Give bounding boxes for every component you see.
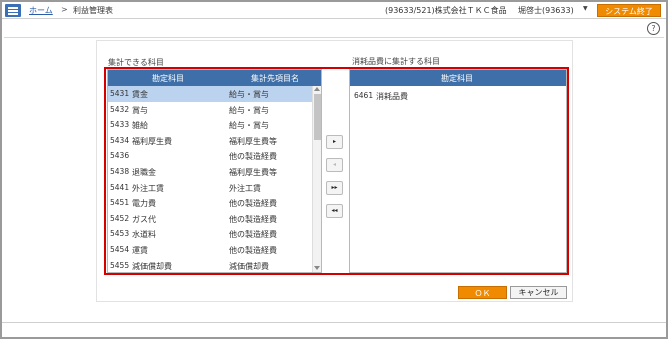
list-header: 勘定科目 集計先項目名 bbox=[108, 70, 321, 86]
remove-button[interactable]: ◂ bbox=[326, 158, 343, 172]
list-item[interactable]: 5454 運賃 他の製造経費 bbox=[108, 242, 321, 258]
list-item[interactable]: 5453 水道料 他の製造経費 bbox=[108, 226, 321, 242]
account-code: 5434 bbox=[110, 135, 130, 145]
user-menu[interactable]: 堀啓士(93633) bbox=[518, 5, 574, 16]
account-code: 6461 bbox=[354, 91, 374, 100]
system-exit-button[interactable]: システム終了 bbox=[597, 4, 661, 17]
account-code: 5438 bbox=[110, 166, 130, 176]
account-code: 5433 bbox=[110, 120, 130, 130]
divider bbox=[4, 37, 664, 38]
list-item[interactable]: 5434 福利厚生費 福利厚生費等 bbox=[108, 133, 321, 149]
account-code: 5431 bbox=[110, 89, 130, 98]
top-bar: ホーム > 利益管理表 (93633/521)株式会社ＴＫＣ食品 堀啓士(936… bbox=[2, 2, 666, 19]
account-dest: 給与・賞与 bbox=[229, 90, 269, 99]
add-all-button[interactable]: ▸▸ bbox=[326, 181, 343, 195]
selected-accounts-list[interactable]: 勘定科目 6461 消耗品費 bbox=[349, 69, 567, 273]
list-item[interactable]: 5436 他の製造経費 bbox=[108, 148, 321, 164]
list-item[interactable]: 5452 ガス代 他の製造経費 bbox=[108, 211, 321, 227]
account-code: 5453 bbox=[110, 229, 130, 239]
list-item[interactable]: 5441 外注工賃 外注工賃 bbox=[108, 180, 321, 196]
account-code: 5432 bbox=[110, 104, 130, 114]
account-dest: 他の製造経費 bbox=[229, 199, 277, 209]
breadcrumb-home-link[interactable]: ホーム bbox=[29, 5, 53, 16]
account-name: 電力費 bbox=[132, 199, 156, 209]
list-item[interactable]: 5455 減価償却費 減価償却費 bbox=[108, 258, 321, 272]
account-name: 運賃 bbox=[132, 245, 148, 255]
account-code: 5452 bbox=[110, 213, 130, 223]
account-name: 雑給 bbox=[132, 121, 148, 131]
list-item[interactable]: 5433 雑給 給与・賞与 bbox=[108, 117, 321, 133]
account-dest: 他の製造経費 bbox=[229, 214, 277, 224]
account-code: 5451 bbox=[110, 198, 130, 208]
account-code: 5441 bbox=[110, 182, 130, 192]
breadcrumb-current: 利益管理表 bbox=[73, 6, 113, 15]
divider bbox=[2, 322, 666, 323]
account-name: 退職金 bbox=[132, 167, 156, 177]
account-name: 賞与 bbox=[132, 105, 148, 115]
account-dest: 他の製造経費 bbox=[229, 245, 277, 255]
account-dest: 減価償却費 bbox=[229, 261, 269, 271]
account-dest: 他の製造経費 bbox=[229, 152, 277, 162]
ok-button[interactable]: ＯＫ bbox=[458, 286, 507, 299]
account-code: 5454 bbox=[110, 244, 130, 254]
available-accounts-list[interactable]: 勘定科目 集計先項目名 5431 賃金 給与・賞与 5432 賞与 給与・賞与 5433 雑給… bbox=[107, 69, 322, 273]
account-dest: 福利厚生費等 bbox=[229, 167, 277, 177]
account-name: 外注工賃 bbox=[132, 183, 164, 193]
remove-all-button[interactable]: ◂◂ bbox=[326, 204, 343, 218]
account-dest: 給与・賞与 bbox=[229, 105, 269, 115]
account-name: ガス代 bbox=[132, 214, 156, 224]
hamburger-menu-icon[interactable] bbox=[5, 4, 21, 17]
account-name: 賃金 bbox=[132, 90, 148, 99]
account-dest: 外注工賃 bbox=[229, 183, 261, 193]
account-name: 減価償却費 bbox=[132, 261, 172, 271]
account-name: 消耗品費 bbox=[376, 92, 408, 101]
list-scrollbar[interactable] bbox=[312, 86, 321, 272]
cancel-button[interactable]: キャンセル bbox=[510, 286, 567, 299]
list-header: 勘定科目 bbox=[350, 70, 566, 86]
selected-accounts-label: 消耗品費に集計する科目 bbox=[352, 57, 440, 66]
list-item[interactable]: 5432 賞与 給与・賞与 bbox=[108, 102, 321, 118]
account-code: 5436 bbox=[110, 151, 130, 161]
add-button[interactable]: ▸ bbox=[326, 135, 343, 149]
account-name: 福利厚生費 bbox=[132, 136, 172, 146]
list-item[interactable]: 5438 退職金 福利厚生費等 bbox=[108, 164, 321, 180]
account-dest: 他の製造経費 bbox=[229, 230, 277, 240]
breadcrumb-separator: > bbox=[61, 5, 68, 14]
account-dest: 給与・賞与 bbox=[229, 121, 269, 131]
account-dest: 福利厚生費等 bbox=[229, 136, 277, 146]
help-icon[interactable]: ? bbox=[647, 22, 660, 35]
col-header-account: 勘定科目 bbox=[152, 74, 184, 83]
scroll-thumb[interactable] bbox=[314, 94, 321, 140]
company-name: (93633/521)株式会社ＴＫＣ食品 bbox=[385, 6, 507, 15]
col-header-dest: 集計先項目名 bbox=[251, 74, 299, 83]
account-code: 5455 bbox=[110, 260, 130, 270]
col-header-account: 勘定科目 bbox=[441, 74, 473, 83]
chevron-down-icon[interactable]: ▼ bbox=[583, 5, 588, 12]
scroll-up-icon[interactable] bbox=[314, 87, 320, 91]
list-item[interactable]: 6461 消耗品費 bbox=[350, 88, 566, 104]
scroll-down-icon[interactable] bbox=[314, 266, 320, 270]
list-item[interactable]: 5451 電力費 他の製造経費 bbox=[108, 195, 321, 211]
account-name: 水道料 bbox=[132, 230, 156, 240]
list-item[interactable]: 5431 賃金 給与・賞与 bbox=[108, 86, 321, 102]
